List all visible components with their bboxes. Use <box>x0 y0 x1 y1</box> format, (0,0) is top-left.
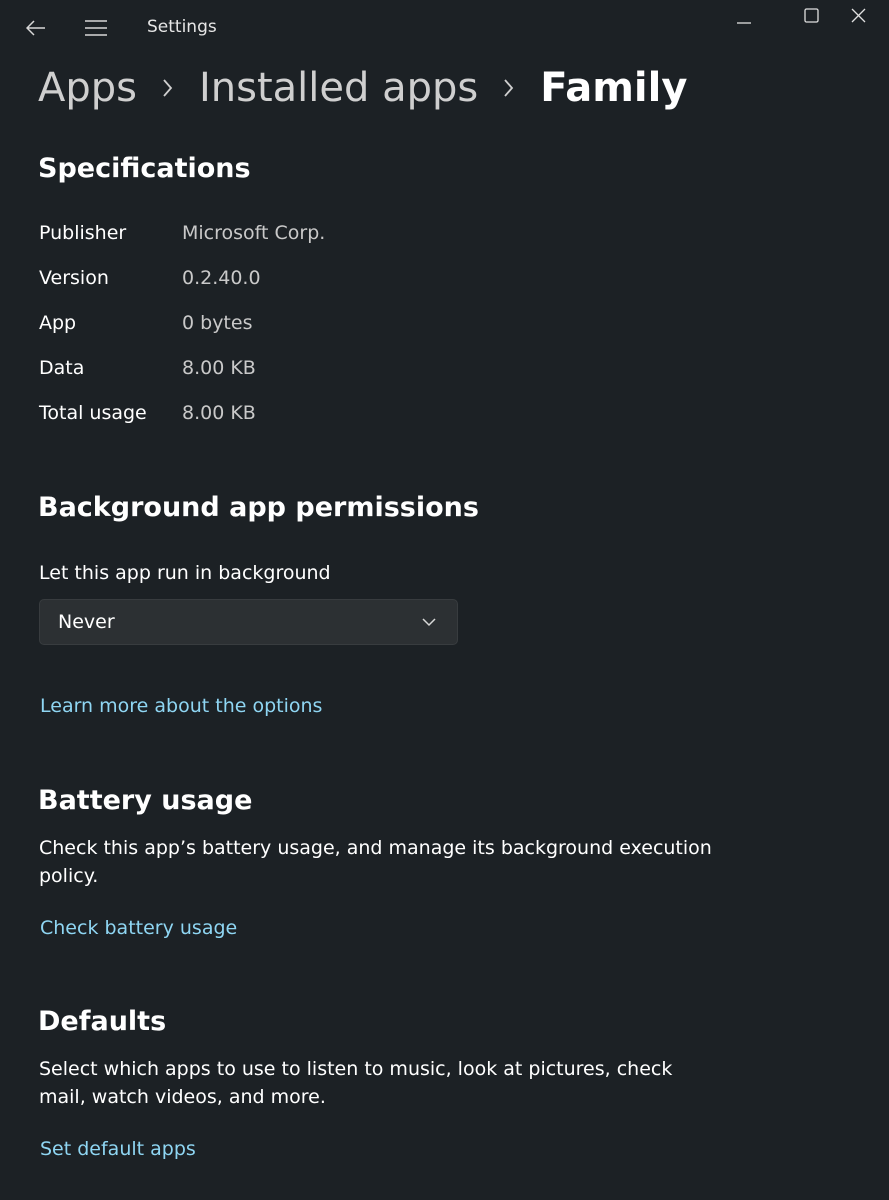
maximize-icon <box>804 8 819 23</box>
spec-label: App <box>39 312 77 334</box>
spec-value: 8.00 KB <box>182 402 256 424</box>
defaults-description: Select which apps to use to listen to mu… <box>39 1058 673 1108</box>
specifications-heading: Specifications <box>38 153 251 184</box>
spec-value: 0.2.40.0 <box>182 267 261 289</box>
chevron-right-icon <box>163 79 173 97</box>
spec-value: 0 bytes <box>182 312 253 334</box>
spec-label: Data <box>39 357 85 379</box>
spec-label: Version <box>39 267 109 289</box>
set-default-apps-link[interactable]: Set default apps <box>40 1138 196 1160</box>
background-run-label: Let this app run in background <box>39 562 331 584</box>
battery-usage-description: Check this app’s battery usage, and mana… <box>39 837 712 887</box>
defaults-heading: Defaults <box>38 1006 167 1037</box>
breadcrumb-item-current-page: Family <box>540 65 688 111</box>
app-title: Settings <box>147 17 217 37</box>
check-battery-usage-link[interactable]: Check battery usage <box>40 917 237 939</box>
spec-value: Microsoft Corp. <box>182 222 326 244</box>
title-bar: Settings <box>0 0 889 56</box>
navigation-menu-button[interactable] <box>80 12 112 44</box>
background-run-dropdown[interactable]: Never <box>39 599 458 645</box>
maximize-button[interactable] <box>792 0 832 32</box>
chevron-down-icon <box>422 618 436 627</box>
spec-label: Publisher <box>39 222 127 244</box>
background-permissions-heading: Background app permissions <box>38 492 479 523</box>
close-icon <box>851 8 866 23</box>
breadcrumb-separator <box>478 60 540 116</box>
battery-usage-heading: Battery usage <box>38 785 253 816</box>
minimize-button[interactable] <box>724 0 764 32</box>
learn-more-options-link[interactable]: Learn more about the options <box>40 695 322 717</box>
breadcrumb-item-installed-apps[interactable]: Installed apps <box>199 60 478 116</box>
spec-value: 8.00 KB <box>182 357 256 379</box>
dropdown-selected-value: Never <box>58 611 115 633</box>
minimize-icon <box>737 22 751 24</box>
chevron-right-icon <box>504 79 514 97</box>
breadcrumb-item-apps[interactable]: Apps <box>38 60 137 116</box>
close-button[interactable] <box>838 0 878 32</box>
back-button[interactable] <box>20 12 52 44</box>
breadcrumb: Apps Installed apps Family <box>38 60 687 116</box>
spec-label: Total usage <box>39 402 147 424</box>
back-arrow-icon <box>26 20 45 36</box>
breadcrumb-separator <box>137 60 199 116</box>
hamburger-menu-icon <box>85 20 107 36</box>
